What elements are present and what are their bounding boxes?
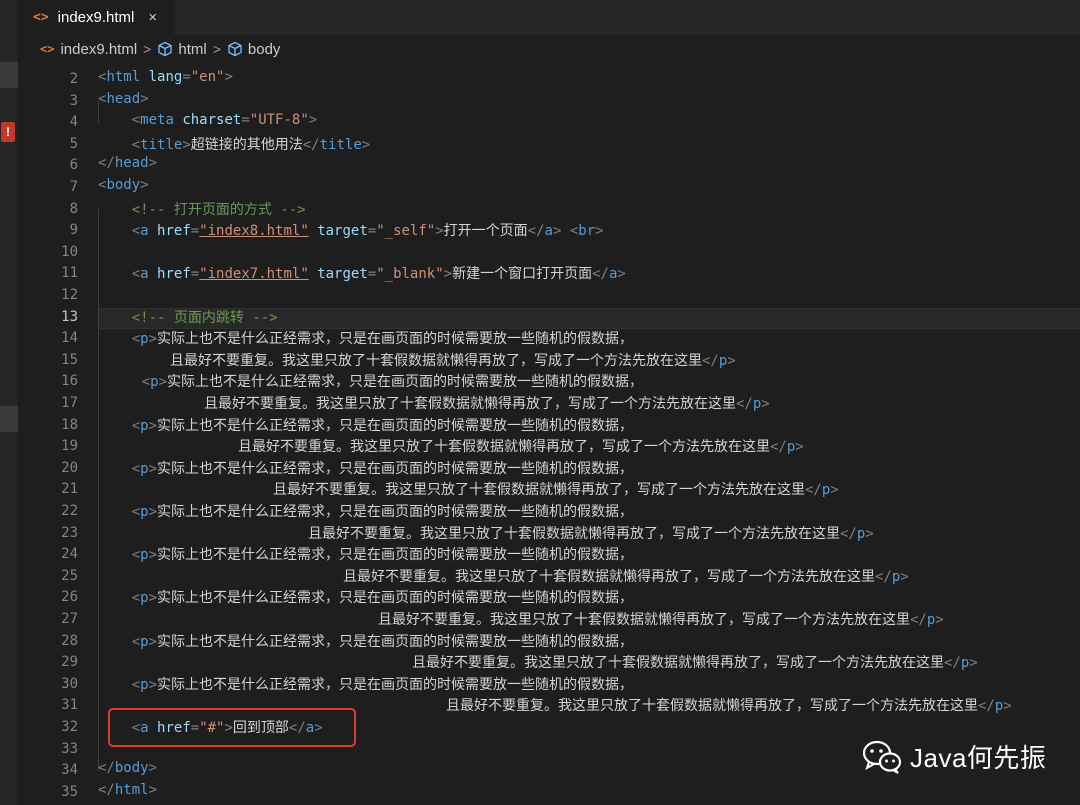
line-number: 6 xyxy=(69,157,78,174)
code-line: 且最好不要重复。我这里只放了十套假数据就懒得再放了，写成了一个方法先放在这里</… xyxy=(446,698,1012,715)
breadcrumb-file[interactable]: index9.html xyxy=(60,41,137,58)
code-line: <p>实际上也不是什么正经需求，只是在画页面的时候需要放一些随机的假数据， xyxy=(141,374,644,391)
code-line: <p>实际上也不是什么正经需求，只是在画页面的时候需要放一些随机的假数据， xyxy=(131,331,634,348)
code-line: 且最好不要重复。我这里只放了十套假数据就懒得再放了，写成了一个方法先放在这里</… xyxy=(378,612,944,628)
code-line: 且最好不要重复。我这里只放了十套假数据就懒得再放了，写成了一个方法先放在这里</… xyxy=(273,482,839,499)
line-number: 3 xyxy=(69,92,78,109)
line-number: 8 xyxy=(69,200,78,217)
line-number: 31 xyxy=(61,697,78,714)
code-line: 且最好不要重复。我这里只放了十套假数据就懒得再放了，写成了一个方法先放在这里</… xyxy=(412,655,978,672)
line-number: 22 xyxy=(61,503,78,519)
code-line: <p>实际上也不是什么正经需求，只是在画页面的时候需要放一些随机的假数据， xyxy=(131,504,634,520)
tab-index9-html[interactable]: <> index9.html × xyxy=(18,0,174,35)
line-number: 30 xyxy=(61,675,78,692)
code-editor[interactable]: 2 3 4 5 6 7 8 9 10 11 12 13 14 15 16 17 18 19 20 21 22 23 24 25… xyxy=(18,63,1080,805)
code-line: <a href="index7.html" target="_blank">新建… xyxy=(131,266,626,283)
line-number: 5 xyxy=(69,135,78,152)
code-line: 且最好不要重复。我这里只放了十套假数据就懒得再放了，写成了一个方法先放在这里</… xyxy=(170,352,736,369)
watermark-text: Java何先振 xyxy=(910,743,1047,773)
line-number: 19 xyxy=(61,438,78,455)
line-number: 27 xyxy=(61,611,78,627)
line-number: 35 xyxy=(61,783,78,800)
line-number: 32 xyxy=(61,719,78,735)
line-number: 13 xyxy=(61,308,78,325)
code-line: 且最好不要重复。我这里只放了十套假数据就懒得再放了，写成了一个方法先放在这里</… xyxy=(343,568,909,585)
line-number: 14 xyxy=(61,330,78,347)
code-line: 且最好不要重复。我这里只放了十套假数据就懒得再放了，写成了一个方法先放在这里</… xyxy=(308,525,874,542)
code-line: </head> xyxy=(98,155,158,172)
activity-bar: ! xyxy=(0,0,18,805)
code-line: <body> xyxy=(98,177,149,193)
line-number-gutter: 2 3 4 5 6 7 8 9 10 11 12 13 14 15 16 17 18 19 20 21 22 23 24 25… xyxy=(18,63,78,805)
code-line: <p>实际上也不是什么正经需求，只是在画页面的时候需要放一些随机的假数据， xyxy=(131,460,634,477)
code-line: <p>实际上也不是什么正经需求，只是在画页面的时候需要放一些随机的假数据， xyxy=(131,676,634,693)
line-number: 10 xyxy=(61,243,78,260)
breadcrumb-item-html[interactable]: html xyxy=(178,41,206,58)
tab-label: index9.html xyxy=(57,9,135,26)
line-number: 16 xyxy=(61,373,78,390)
line-number: 17 xyxy=(61,395,78,411)
line-number: 20 xyxy=(61,459,78,476)
breadcrumb: <> index9.html > html > body xyxy=(18,35,1080,63)
line-number: 4 xyxy=(69,114,78,131)
code-line: <html lang="en"> xyxy=(98,69,233,85)
code-line: 且最好不要重复。我这里只放了十套假数据就懒得再放了，写成了一个方法先放在这里</… xyxy=(238,439,804,456)
html-angle-icon: <> xyxy=(33,10,49,25)
line-number: 12 xyxy=(61,287,78,303)
cube-icon xyxy=(228,41,242,57)
line-number: 29 xyxy=(61,654,78,671)
code-line: <!-- 打开页面的方式 --> xyxy=(131,201,306,218)
code-line: <!-- 页面内跳转 --> xyxy=(131,309,278,326)
code-line: <meta charset="UTF-8"> xyxy=(131,112,318,129)
activity-item[interactable] xyxy=(0,62,18,88)
line-number: 11 xyxy=(61,265,78,282)
code-line: <p>实际上也不是什么正经需求，只是在画页面的时候需要放一些随机的假数据， xyxy=(131,547,634,564)
chevron-right-icon: > xyxy=(143,41,152,57)
code-line: </html> xyxy=(98,781,158,798)
code-line: <p>实际上也不是什么正经需求，只是在画页面的时候需要放一些随机的假数据， xyxy=(131,633,634,650)
code-line: </body> xyxy=(98,760,158,777)
highlight-annotation-box xyxy=(108,708,356,747)
line-number: 18 xyxy=(61,416,78,433)
wechat-icon xyxy=(862,740,902,774)
line-number: 26 xyxy=(61,589,78,606)
code-line: <a href="index8.html" target="_self">打开一… xyxy=(131,223,604,240)
line-number: 24 xyxy=(61,546,78,563)
code-line: <p>实际上也不是什么正经需求，只是在画页面的时候需要放一些随机的假数据， xyxy=(131,590,634,607)
line-number: 25 xyxy=(61,567,78,584)
line-number: 7 xyxy=(69,179,78,195)
activity-item[interactable] xyxy=(0,406,18,432)
tab-bar: <> index9.html × xyxy=(18,0,1080,35)
line-number: 15 xyxy=(61,351,78,368)
line-number: 23 xyxy=(61,524,78,541)
cube-icon xyxy=(158,41,173,57)
close-icon[interactable]: × xyxy=(148,9,157,26)
chevron-right-icon: > xyxy=(212,41,221,57)
warning-icon[interactable]: ! xyxy=(1,122,15,142)
line-number: 28 xyxy=(61,632,78,649)
code-line: 且最好不要重复。我这里只放了十套假数据就懒得再放了，写成了一个方法先放在这里</… xyxy=(204,396,770,412)
code-area[interactable]: <html lang="en"> <head> <meta charset="U… xyxy=(98,63,1080,805)
line-number: 21 xyxy=(61,481,78,498)
breadcrumb-item-body[interactable]: body xyxy=(248,41,281,58)
code-line: <title>超链接的其他用法</title> xyxy=(131,136,371,153)
html-angle-icon: <> xyxy=(40,42,55,56)
line-number: 9 xyxy=(69,222,78,239)
code-line: <head> xyxy=(98,90,149,107)
line-number: 33 xyxy=(61,740,78,757)
code-line: <p>实际上也不是什么正经需求，只是在画页面的时候需要放一些随机的假数据， xyxy=(131,417,634,434)
watermark: Java何先振 xyxy=(862,738,1046,775)
line-number: 2 xyxy=(69,71,78,87)
line-number: 34 xyxy=(61,762,78,779)
